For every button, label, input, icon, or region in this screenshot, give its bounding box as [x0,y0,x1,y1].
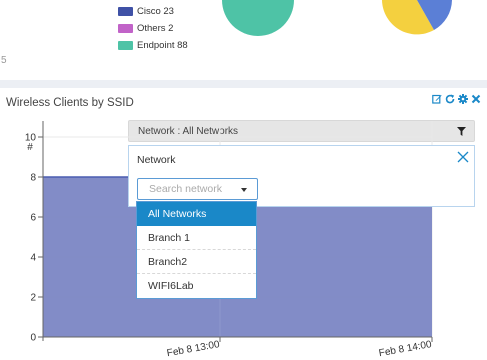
y-tick-label: 6 [30,213,36,224]
device-type-widget: 5 Cisco 23 Others 2 Endpoint 88 [0,0,487,80]
network-option-all[interactable]: All Networks [137,202,256,226]
network-option-branch-1[interactable]: Branch 1 [137,226,256,250]
y-tick-label: 2 [30,293,36,304]
y-tick-label: 0 [30,333,36,344]
legend-swatch [118,7,133,16]
y-tick-label: 4 [30,253,36,264]
network-dropdown-list: All Networks Branch 1 Branch2 WIFI6Lab [136,201,257,299]
legend-swatch [118,41,133,50]
dashboard-gap [0,80,487,88]
legend-swatch [118,24,133,33]
legend-label: Cisco 23 [137,6,174,17]
pie-chart-right[interactable] [382,0,452,36]
x-tick-label: Feb 8 14:00 [378,339,433,359]
legend-label: Endpoint 88 [137,40,188,51]
x-tick-label: Feb 8 13:00 [166,339,221,359]
network-option-branch2[interactable]: Branch2 [137,250,256,274]
legend-item-others[interactable]: Others 2 [118,21,188,36]
legend-item-cisco[interactable]: Cisco 23 [118,4,188,19]
network-option-wifi6lab[interactable]: WIFI6Lab [137,274,256,298]
search-placeholder: Search network [149,183,222,195]
network-panel-label: Network [137,154,176,166]
close-icon[interactable] [457,151,469,163]
pie-chart-left[interactable] [222,0,294,40]
legend-item-endpoint[interactable]: Endpoint 88 [118,38,188,53]
network-search-select[interactable]: Search network [137,178,258,200]
y-axis-label: # [27,142,33,153]
y-tick-label: 8 [30,173,36,184]
network-filter-panel: Network Search network [128,145,475,207]
edge-text: 5 [1,55,7,66]
legend-label: Others 2 [137,23,174,34]
chevron-down-icon [241,188,247,192]
pie-legend: Cisco 23 Others 2 Endpoint 88 [118,4,188,55]
